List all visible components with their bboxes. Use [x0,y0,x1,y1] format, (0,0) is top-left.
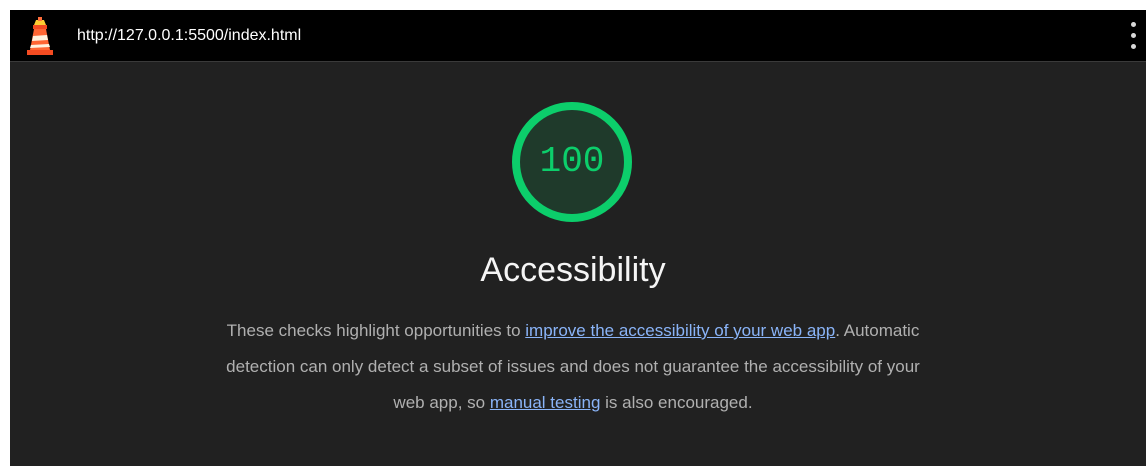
description-text: is also encouraged. [600,393,753,412]
more-vert-icon [1131,22,1136,27]
more-menu-button[interactable] [1126,20,1140,52]
manual-testing-link[interactable]: manual testing [490,393,601,412]
category-description: These checks highlight opportunities to … [218,313,928,421]
description-text: These checks highlight opportunities to [226,321,526,340]
category-title: Accessibility [480,251,666,289]
score-value: 100 [539,141,605,182]
improve-accessibility-link[interactable]: improve the accessibility of your web ap… [525,321,835,340]
report-frame: http://127.0.0.1:5500/index.html 100 Acc… [10,10,1146,466]
page-url: http://127.0.0.1:5500/index.html [77,27,302,44]
lighthouse-icon [27,17,53,55]
report-topbar: http://127.0.0.1:5500/index.html [10,10,1146,62]
